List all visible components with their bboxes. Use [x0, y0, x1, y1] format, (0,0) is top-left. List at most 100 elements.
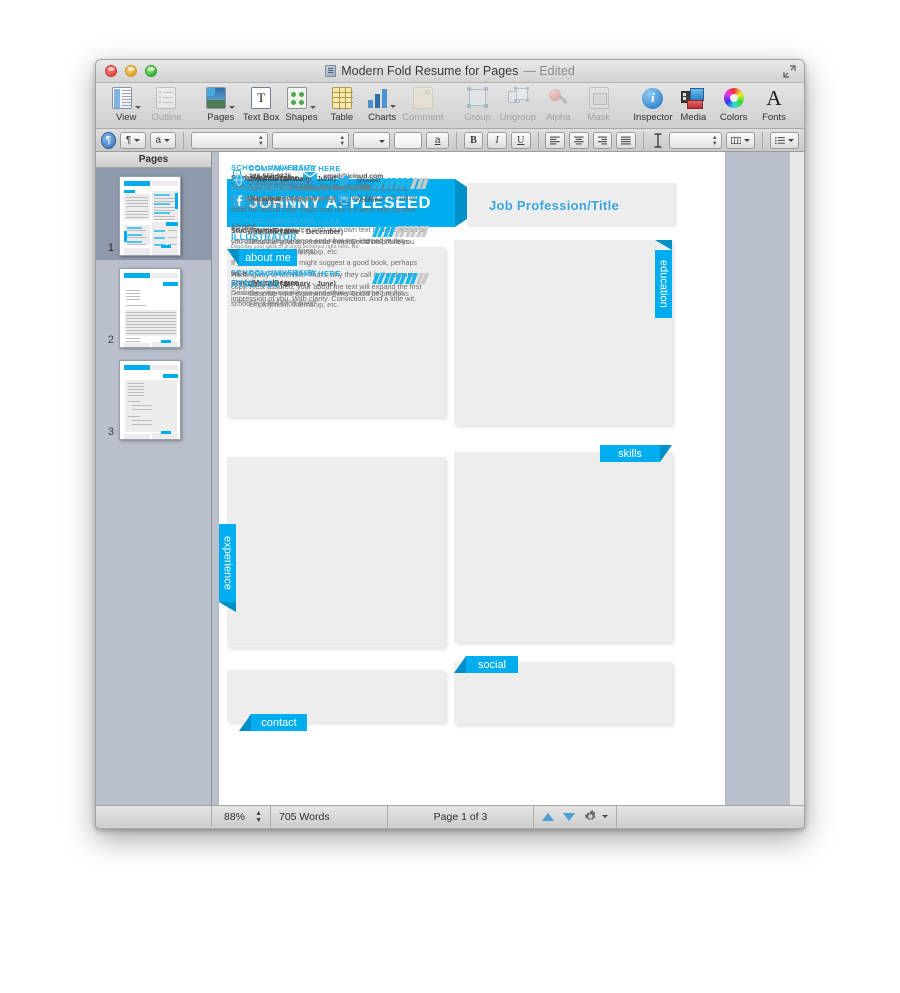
toolbar-ungroup[interactable]: Ungroup: [498, 86, 538, 123]
education-panel: [454, 240, 672, 425]
page-thumbnail-image-3: [119, 360, 181, 440]
toolbar-fonts[interactable]: A Fonts: [754, 86, 794, 123]
skills-tab: skills: [600, 445, 660, 462]
window-titlebar[interactable]: Modern Fold Resume for Pages — Edited: [96, 60, 804, 83]
zoom-control[interactable]: 88% ▲ ▼: [212, 806, 270, 827]
format-bar-divider-2: [455, 131, 457, 149]
text-color-button[interactable]: a: [426, 131, 449, 149]
document-workspace: Pages 1 2 3 JOHNNY APPLESEED Job Profess…: [96, 152, 804, 805]
zoom-value: 88%: [224, 810, 246, 823]
ungroup-icon: [507, 86, 529, 110]
toolbar-comment[interactable]: Comment: [402, 86, 443, 123]
toolbar-media[interactable]: Media: [673, 86, 713, 123]
toolbar-pages[interactable]: Pages: [201, 86, 241, 123]
zoom-stepper-icon[interactable]: ▲ ▼: [255, 810, 262, 824]
toolbar-outline[interactable]: Outline: [146, 86, 186, 123]
align-left-icon[interactable]: [545, 131, 566, 149]
align-justify-icon[interactable]: [616, 131, 636, 149]
resume-document: JOHNNY APPLESEED Job Profession/Title ab…: [219, 152, 725, 805]
paragraph-drawer-icon[interactable]: ¶: [101, 131, 117, 149]
toolbar-inspector[interactable]: i Inspector: [633, 86, 673, 123]
vertical-scrollbar[interactable]: [789, 152, 804, 805]
group-icon: [466, 86, 489, 110]
toolbar-pages-label: Pages: [207, 112, 235, 123]
italic-button[interactable]: I: [487, 131, 507, 149]
pages-sidebar: Pages 1 2 3: [96, 152, 212, 805]
toolbar-group[interactable]: Group: [457, 86, 497, 123]
gear-icon[interactable]: [584, 810, 608, 823]
italic-label: I: [495, 134, 499, 146]
font-size-select[interactable]: [353, 131, 391, 149]
toolbar-textbox[interactable]: T Text Box: [241, 86, 281, 123]
social-website[interactable]: mypersonalsite.com: [233, 174, 338, 186]
social-facebook[interactable]: /facebook: [233, 194, 338, 206]
twitter-icon: [338, 174, 350, 186]
zoom-button[interactable]: [145, 65, 157, 77]
social-twitter[interactable]: @twitter: [338, 174, 428, 186]
document-canvas[interactable]: JOHNNY APPLESEED Job Profession/Title ab…: [212, 152, 804, 805]
contact-tab: contact: [251, 714, 307, 731]
toolbar-shapes-label: Shapes: [285, 112, 318, 123]
social-grid: mypersonalsite.com @twitter /facebook Yo…: [233, 174, 428, 206]
fonts-icon: A: [766, 85, 782, 110]
paragraph-style-menu[interactable]: ¶: [120, 131, 146, 149]
pages-icon: [206, 86, 236, 110]
align-right-icon[interactable]: [592, 131, 613, 149]
toolbar-inspector-label: Inspector: [633, 112, 673, 123]
character-style-menu[interactable]: a: [149, 131, 176, 149]
close-button[interactable]: [105, 65, 117, 77]
toolbar-view-label: View: [115, 112, 137, 123]
svg-text:You: You: [340, 195, 348, 200]
arrow-up-icon[interactable]: [542, 812, 554, 821]
media-icon: [681, 86, 705, 110]
page-thumbnail-2[interactable]: 2: [96, 260, 211, 352]
facebook-icon: [233, 194, 245, 206]
toolbar-ungroup-label: Ungroup: [499, 112, 537, 123]
minimize-button[interactable]: [125, 65, 137, 77]
window-controls: [105, 65, 157, 77]
line-spacing-select[interactable]: ▲ ▼: [668, 131, 722, 149]
toolbar-fonts-label: Fonts: [762, 112, 786, 123]
font-family-select[interactable]: ▲ ▼: [190, 131, 268, 149]
pages-app-window: Modern Fold Resume for Pages — Edited Vi…: [95, 59, 805, 829]
toolbar-alpha[interactable]: Alpha: [538, 86, 578, 123]
toolbar-media-label: Media: [680, 112, 707, 123]
columns-icon[interactable]: [725, 131, 755, 149]
page-thumbnail-3[interactable]: 3: [96, 352, 211, 444]
underline-button[interactable]: U: [510, 131, 531, 149]
arrow-down-icon[interactable]: [563, 812, 575, 821]
align-center-icon[interactable]: [569, 131, 589, 149]
outline-icon: [156, 86, 177, 110]
youtube-icon: You Tube: [338, 194, 350, 206]
toolbar-colors[interactable]: Colors: [713, 86, 753, 123]
toolbar-shapes[interactable]: Shapes: [281, 86, 321, 123]
shapes-icon: [286, 86, 316, 110]
about-me-tab: about me: [239, 249, 297, 266]
toolbar-mask[interactable]: Mask: [578, 86, 618, 123]
sidebar-header: Pages: [96, 152, 211, 168]
resume-job-title: Job Profession/Title: [467, 183, 677, 227]
toolbar-outline-label: Outline: [151, 112, 182, 123]
page-thumbnail-1[interactable]: 1: [96, 168, 211, 260]
fullscreen-arrows-icon[interactable]: [783, 65, 796, 78]
document-icon: [325, 65, 337, 77]
fill-color-swatch[interactable]: [394, 131, 423, 149]
toolbar-table[interactable]: Table: [322, 86, 362, 123]
social-youtube[interactable]: You Tube /youtube: [338, 194, 428, 206]
toolbar-charts[interactable]: Charts: [362, 86, 402, 123]
social-youtube-text: /youtube: [356, 196, 383, 204]
bold-button[interactable]: B: [463, 131, 484, 149]
list-icon[interactable]: [769, 131, 800, 149]
skill-entry: WEB HTML/CSS Describe your skills in a s…: [231, 271, 430, 307]
window-title-edited: — Edited: [523, 64, 575, 78]
document-page[interactable]: JOHNNY APPLESEED Job Profession/Title ab…: [219, 152, 725, 805]
line-spacing-icon[interactable]: [651, 132, 665, 148]
social-twitter-text: @twitter: [356, 176, 382, 184]
format-bar-divider-5: [761, 131, 763, 149]
toolbar-comment-label: Comment: [402, 112, 444, 123]
social-facebook-text: /facebook: [251, 196, 281, 204]
skill-rating-bar: [371, 273, 430, 285]
toolbar-view[interactable]: View: [106, 86, 146, 123]
underline-label: U: [517, 134, 525, 146]
font-typeface-select[interactable]: ▲ ▼: [271, 131, 350, 149]
